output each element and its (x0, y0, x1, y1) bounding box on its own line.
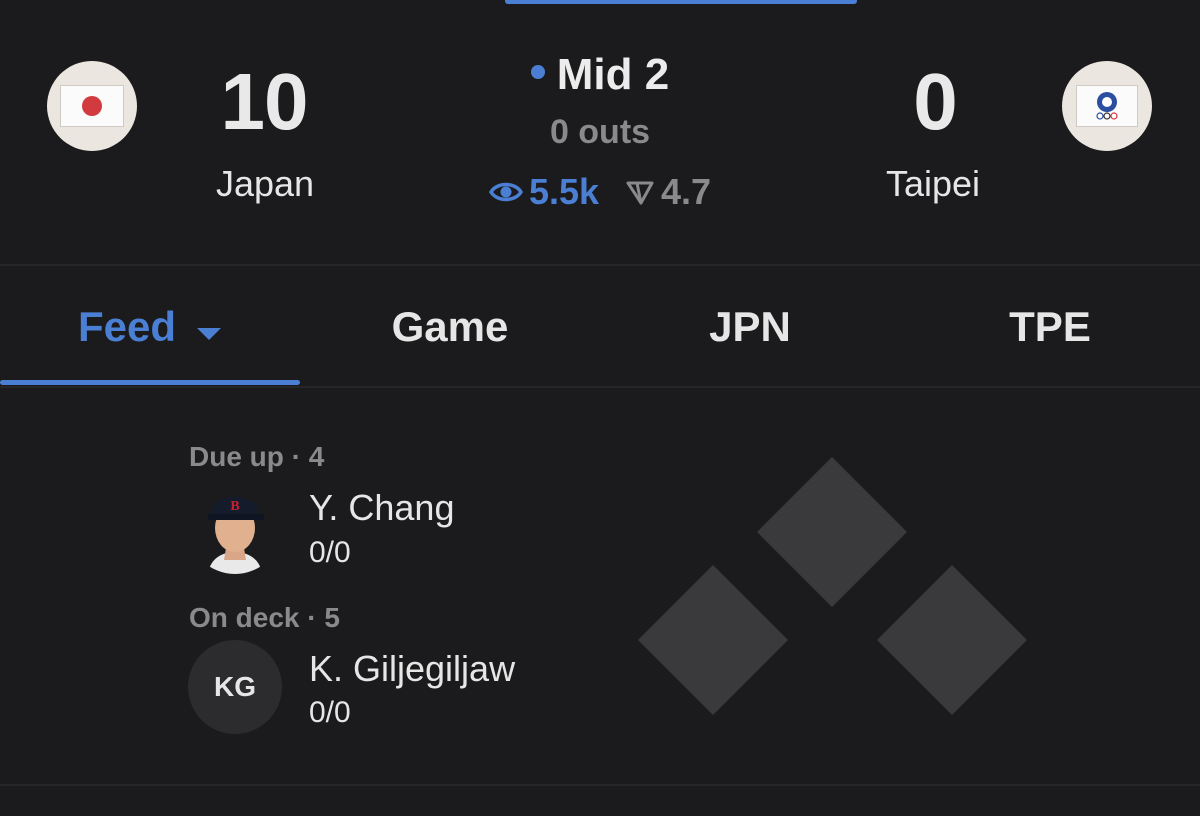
inning-label: Mid 2 (556, 50, 670, 99)
tab-tpe[interactable]: TPE (900, 268, 1200, 386)
tab-feed-label: Feed (77, 303, 177, 350)
scoreboard: 10 Japan Mid 2 0 outs 5.5k 4.7 0 Taipei (0, 0, 1200, 264)
third-base (638, 565, 788, 715)
on-deck-player-stat: 0/0 (309, 696, 351, 729)
player-avatar-k-giljegiljaw[interactable]: KG (188, 640, 282, 734)
viewers-stat: 5.5k (488, 171, 600, 212)
home-team-name: Japan (215, 163, 315, 204)
tab-jpn[interactable]: JPN (600, 268, 900, 386)
away-team-logo[interactable] (1062, 61, 1152, 151)
home-team-logo[interactable] (47, 61, 137, 151)
rating-stat: 4.7 (625, 174, 711, 210)
caret-down-icon (196, 303, 222, 351)
tab-bar: Feed Game JPN TPE (0, 268, 1200, 386)
tab-feed[interactable]: Feed (0, 268, 300, 386)
on-deck-player-name[interactable]: K. Giljegiljaw (309, 651, 515, 687)
due-up-player-name[interactable]: Y. Chang (309, 490, 454, 526)
on-deck-label: On deck · 5 (189, 602, 340, 633)
bottom-divider (0, 784, 1200, 786)
live-dot-icon (530, 65, 545, 80)
active-tab-underline (0, 380, 300, 385)
tab-game-label: Game (391, 303, 509, 350)
inning-status: Mid 2 (440, 53, 760, 97)
scoreboard-divider (0, 264, 1200, 266)
svg-text:B: B (230, 499, 239, 514)
japan-flag-icon (60, 85, 124, 127)
filter-icon (626, 181, 654, 205)
away-score: 0 (913, 57, 958, 146)
eye-icon (488, 182, 523, 202)
away-team-name: Taipei (885, 163, 981, 204)
tab-tpe-label: TPE (1009, 303, 1091, 350)
game-stats: 5.5k 4.7 (440, 172, 760, 212)
rating-value: 4.7 (661, 171, 712, 212)
tab-game[interactable]: Game (300, 268, 600, 386)
tab-jpn-label: JPN (709, 303, 791, 350)
first-base (877, 565, 1027, 715)
player-avatar-y-chang[interactable]: B (188, 480, 282, 574)
home-score: 10 (220, 57, 309, 146)
due-up-player-stat: 0/0 (309, 536, 351, 569)
second-base (757, 457, 907, 607)
viewers-count: 5.5k (528, 171, 600, 212)
outs-count: 0 outs (549, 113, 651, 151)
tab-divider (0, 386, 1200, 388)
due-up-label: Due up · 4 (189, 441, 325, 472)
chinese-taipei-flag-icon (1076, 85, 1138, 127)
